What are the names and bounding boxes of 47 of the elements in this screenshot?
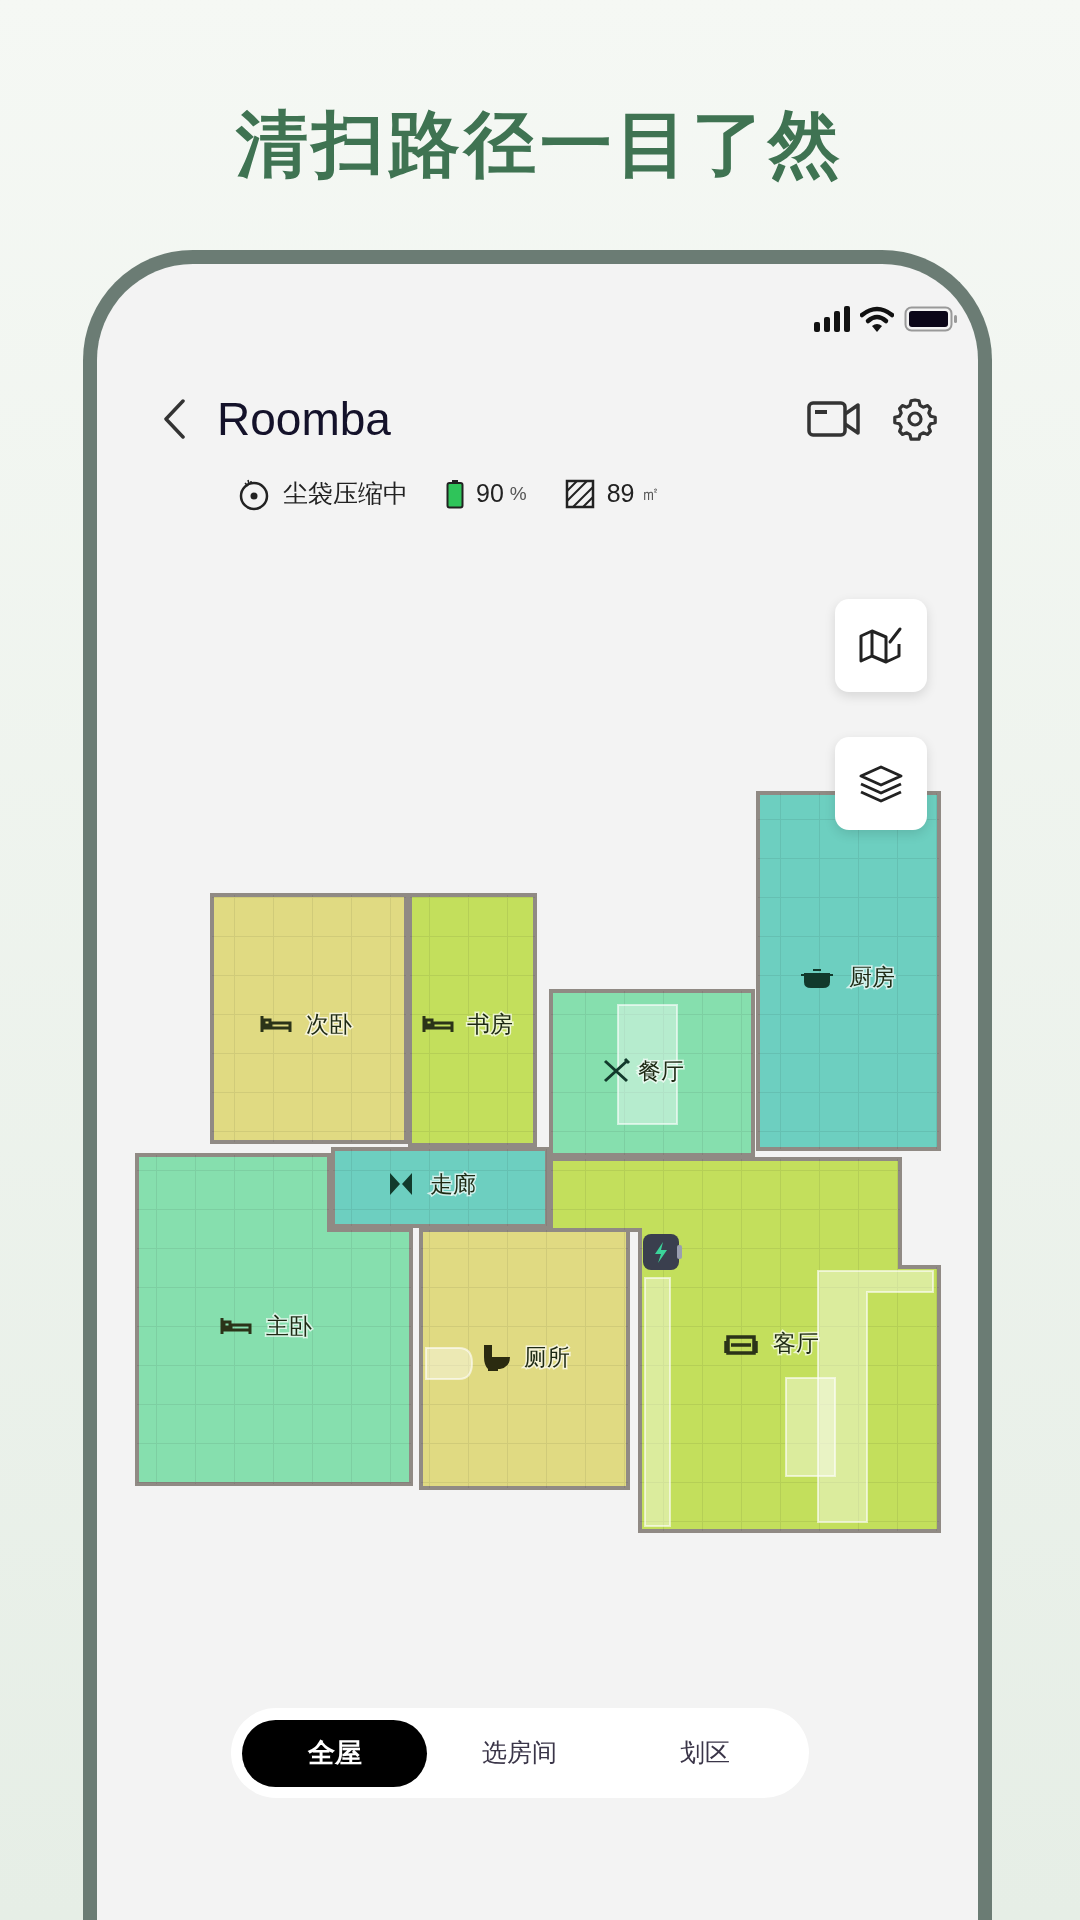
headline: 清扫路径一目了然 xyxy=(236,103,844,186)
kitchen-icon xyxy=(800,969,834,988)
toilet-outline xyxy=(425,1347,473,1380)
stat-unit: ㎡ xyxy=(640,481,660,506)
layers-button[interactable] xyxy=(835,737,927,830)
signal-icon xyxy=(814,306,850,332)
dining-icon xyxy=(603,1057,631,1083)
room-label: 客厅 xyxy=(773,1330,819,1356)
camera-icon xyxy=(807,401,861,437)
room-area[interactable]: 书房 xyxy=(408,893,537,1147)
room-label: 走廊 xyxy=(430,1171,476,1197)
room-area[interactable]: 餐厅 xyxy=(549,989,755,1157)
dust-bag-icon xyxy=(237,477,271,511)
stat-value: 尘袋压缩中 xyxy=(283,478,408,510)
room-area[interactable]: 主卧 xyxy=(135,1153,413,1486)
mode-tab[interactable]: 划区 xyxy=(612,1719,798,1787)
device-title: Roomba xyxy=(217,391,391,447)
room-label: 书房 xyxy=(467,1011,513,1037)
map-edit-button[interactable] xyxy=(835,599,927,692)
bed-icon xyxy=(220,1316,252,1336)
charging-dock-icon xyxy=(643,1234,682,1270)
room-label: 餐厅 xyxy=(638,1058,684,1084)
settings-icon xyxy=(891,395,939,443)
living-icon xyxy=(724,1335,758,1355)
battery-level-icon xyxy=(446,479,464,509)
area-icon xyxy=(564,479,595,509)
room-label: 厨房 xyxy=(849,964,895,990)
toilet-icon xyxy=(484,1345,510,1371)
stat-value: 90 xyxy=(476,478,504,510)
room-label: 次卧 xyxy=(306,1011,352,1037)
room-label: 主卧 xyxy=(266,1313,312,1339)
back-icon xyxy=(163,399,185,439)
room-area[interactable]: 厕所 xyxy=(419,1228,630,1490)
wifi-icon xyxy=(860,306,894,332)
map-edit-icon xyxy=(858,625,904,666)
room-area[interactable]: 次卧 xyxy=(210,893,408,1144)
battery-icon xyxy=(904,306,958,332)
mode-tab[interactable]: 选房间 xyxy=(427,1719,613,1787)
bed-icon xyxy=(260,1014,292,1034)
room-area[interactable]: 走廊 xyxy=(331,1147,549,1228)
bed-icon xyxy=(422,1014,454,1034)
layers-icon xyxy=(858,763,904,804)
stat-unit: % xyxy=(509,481,527,506)
room-area[interactable]: 厨房 xyxy=(756,791,941,1151)
hall-icon xyxy=(390,1173,412,1195)
stat-value: 89 xyxy=(606,478,635,510)
mode-tab[interactable]: 全屋 xyxy=(242,1719,428,1787)
